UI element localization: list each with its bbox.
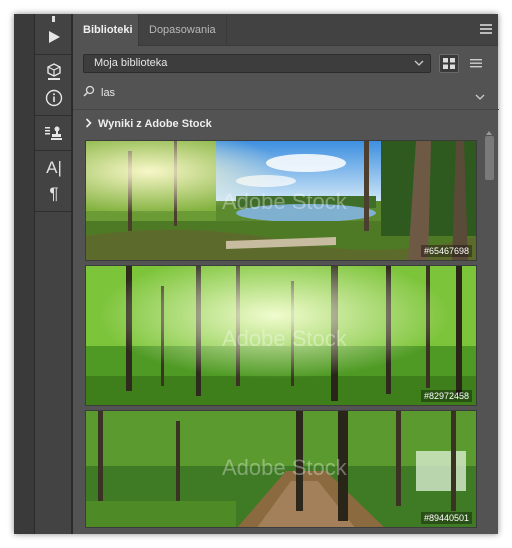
tool-top-partial[interactable] (35, 14, 73, 24)
list-view-icon (470, 59, 482, 68)
chevron-down-icon (414, 57, 424, 75)
tool-group-top (35, 14, 71, 55)
panel-menu-icon[interactable] (480, 24, 492, 34)
library-row: Moja biblioteka (83, 54, 489, 74)
watermark: Adobe Stock (222, 326, 347, 351)
stock-results-title: Wyniki z Adobe Stock (98, 118, 212, 130)
watermark: Adobe Stock (222, 455, 347, 480)
stock-result-thumbnail[interactable]: Adobe Stock #89440501 (85, 410, 477, 528)
grid-view-icon (443, 58, 455, 69)
stock-id-label: #65467698 (420, 245, 472, 257)
tool-strip: A| ¶ (14, 14, 72, 534)
play-icon[interactable] (35, 24, 73, 50)
tool-group-text: A| ¶ (35, 151, 71, 212)
tool-group-middle (35, 55, 71, 116)
paragraph-icon[interactable]: ¶ (35, 181, 73, 207)
tab-libraries[interactable]: Biblioteki (73, 14, 139, 46)
stock-result-thumbnail[interactable]: Adobe Stock #82972458 (85, 265, 477, 406)
chevron-right-icon (85, 118, 92, 131)
stock-id-label: #89440501 (420, 512, 472, 524)
search-icon (83, 85, 95, 104)
search-input[interactable] (101, 84, 461, 102)
tool-panel-column: A| ¶ (34, 14, 72, 534)
panel-tab-bar: Biblioteki Dopasowania (73, 14, 498, 46)
library-select[interactable]: Moja biblioteka (83, 54, 431, 73)
clone-source-icon[interactable] (35, 120, 73, 146)
panel-divider (73, 109, 499, 110)
tab-adjustments[interactable]: Dopasowania (139, 14, 227, 46)
search-options-chevron-icon[interactable] (475, 88, 485, 106)
tool-group-clone (35, 116, 71, 151)
character-icon[interactable]: A| (35, 155, 73, 181)
libraries-panel: Biblioteki Dopasowania Moja biblioteka l… (72, 14, 499, 534)
info-icon[interactable] (35, 85, 73, 111)
3d-cube-icon[interactable] (35, 59, 73, 85)
stock-result-thumbnail[interactable]: Adobe Stock #65467698 (85, 140, 477, 261)
watermark: Adobe Stock (222, 189, 347, 214)
search-row (83, 84, 489, 102)
list-view-button[interactable] (466, 54, 486, 73)
grid-view-button[interactable] (439, 54, 459, 73)
stock-results-header[interactable]: Wyniki z Adobe Stock (85, 118, 212, 132)
library-select-value: Moja biblioteka (94, 57, 168, 69)
scroll-thumb[interactable] (485, 136, 494, 180)
results-scrollbar[interactable] (483, 124, 495, 534)
stock-id-label: #82972458 (420, 390, 472, 402)
